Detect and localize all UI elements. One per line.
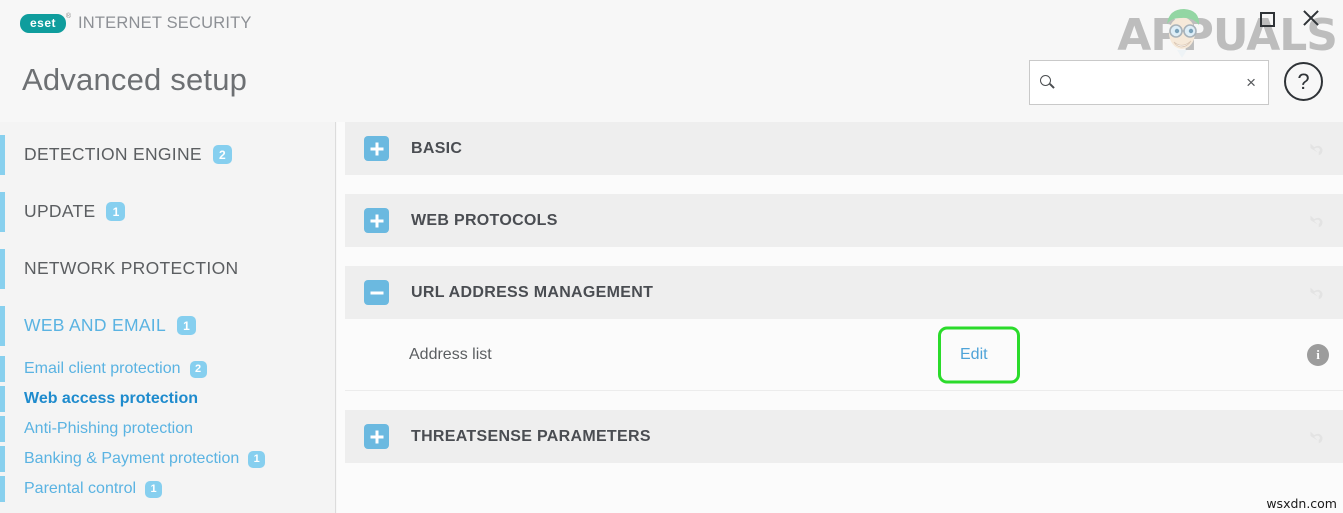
sidebar-item-label: Email client protection: [24, 360, 181, 377]
close-icon[interactable]: [1301, 8, 1321, 28]
section-title: THREATSENSE PARAMETERS: [411, 427, 651, 445]
sidebar-item-badge: 2: [212, 145, 232, 164]
sidebar-item-web-and-email[interactable]: WEB AND EMAIL 1: [0, 297, 335, 354]
search-icon: [1040, 74, 1056, 91]
sidebar-accent-bar: [0, 416, 5, 442]
sidebar-item-badge: 1: [106, 202, 126, 221]
suite-name: INTERNET SECURITY: [78, 13, 252, 32]
sidebar-item-label: WEB AND EMAIL: [24, 315, 166, 335]
sidebar-item-label: Banking & Payment protection: [24, 450, 240, 467]
sidebar-accent-bar: [0, 134, 5, 175]
sidebar: DETECTION ENGINE 2 UPDATE 1 NETWORK PROTECTI…: [0, 122, 336, 513]
revert-arrow-icon[interactable]: [1305, 282, 1327, 304]
sidebar-item-badge: 1: [177, 316, 196, 335]
sidebar-nav: DETECTION ENGINE 2 UPDATE 1 NETWORK PROTECTI…: [0, 122, 335, 504]
sidebar-item-badge: 1: [248, 450, 266, 468]
section-title: WEB PROTOCOLS: [411, 211, 558, 229]
info-icon[interactable]: i: [1307, 343, 1329, 366]
wsxdn-watermark: wsxdn.com: [1266, 496, 1337, 511]
search-clear-icon[interactable]: ×: [1246, 74, 1256, 91]
sidebar-item-update[interactable]: UPDATE 1: [0, 183, 335, 240]
revert-arrow-icon[interactable]: [1305, 210, 1327, 232]
revert-arrow-icon[interactable]: [1305, 138, 1327, 160]
setting-label: Address list: [409, 345, 492, 363]
plus-icon[interactable]: [364, 208, 389, 233]
sidebar-item-label: Web access protection: [24, 390, 198, 407]
sidebar-accent-bar: [0, 305, 5, 346]
window-controls: [1260, 8, 1321, 28]
sidebar-item-web-access-protection[interactable]: Web access protection: [0, 384, 335, 414]
page-title: Advanced setup: [22, 62, 248, 97]
sidebar-item-detection-engine[interactable]: DETECTION ENGINE 2: [0, 126, 335, 183]
sidebar-item-anti-phishing-protection[interactable]: Anti-Phishing protection: [0, 414, 335, 444]
section-header-url-address-management[interactable]: URL ADDRESS MANAGEMENT: [345, 266, 1343, 319]
eset-advanced-setup-window: eset ® INTERNET SECURITY APPUALS Advance…: [0, 0, 1343, 513]
setting-row-address-list: Address list Edit i: [345, 319, 1343, 391]
brand: eset ® INTERNET SECURITY: [0, 13, 252, 33]
plus-icon[interactable]: [364, 424, 389, 449]
sidebar-item-parental-control[interactable]: Parental control 1: [0, 474, 335, 504]
settings-panel: BASIC WEB PROTOCOLS URL ADDRESS MANAGEME…: [337, 122, 1343, 513]
sidebar-item-label: Parental control: [24, 480, 137, 497]
section-title: URL ADDRESS MANAGEMENT: [411, 283, 654, 301]
sidebar-item-badge: 1: [145, 480, 163, 498]
section-header-web-protocols[interactable]: WEB PROTOCOLS: [345, 194, 1343, 247]
section-header-threatsense-parameters[interactable]: THREATSENSE PARAMETERS: [345, 410, 1343, 463]
sidebar-accent-bar: [0, 248, 5, 289]
sidebar-item-label: UPDATE: [24, 201, 96, 221]
eset-logo-text: eset: [29, 16, 57, 30]
sidebar-accent-bar: [0, 446, 5, 472]
edit-address-list-link[interactable]: Edit: [960, 346, 988, 364]
sidebar-accent-bar: [0, 386, 5, 412]
sidebar-accent-bar: [0, 476, 5, 502]
plus-icon[interactable]: [364, 136, 389, 161]
sidebar-item-label: DETECTION ENGINE: [24, 144, 202, 164]
help-button[interactable]: ?: [1284, 62, 1323, 101]
sidebar-accent-bar: [0, 191, 5, 232]
search-input[interactable]: [1064, 74, 1247, 91]
sidebar-item-email-client-protection[interactable]: Email client protection 2: [0, 354, 335, 384]
maximize-icon[interactable]: [1260, 12, 1275, 27]
search-box[interactable]: ×: [1029, 60, 1269, 105]
sidebar-item-network-protection[interactable]: NETWORK PROTECTION: [0, 240, 335, 297]
sidebar-item-badge: 2: [189, 360, 207, 378]
sidebar-item-banking-payment-protection[interactable]: Banking & Payment protection 1: [0, 444, 335, 474]
sidebar-item-label: Anti-Phishing protection: [24, 420, 193, 437]
section-title: BASIC: [411, 139, 463, 157]
eset-logo: eset ®: [20, 13, 71, 33]
title-bar: eset ® INTERNET SECURITY: [0, 0, 1343, 46]
minus-icon[interactable]: [364, 280, 389, 305]
sidebar-item-label: NETWORK PROTECTION: [24, 258, 239, 278]
section-header-basic[interactable]: BASIC: [345, 122, 1343, 175]
revert-arrow-icon[interactable]: [1305, 426, 1327, 448]
sidebar-accent-bar: [0, 356, 5, 382]
registered-mark: ®: [65, 12, 71, 20]
